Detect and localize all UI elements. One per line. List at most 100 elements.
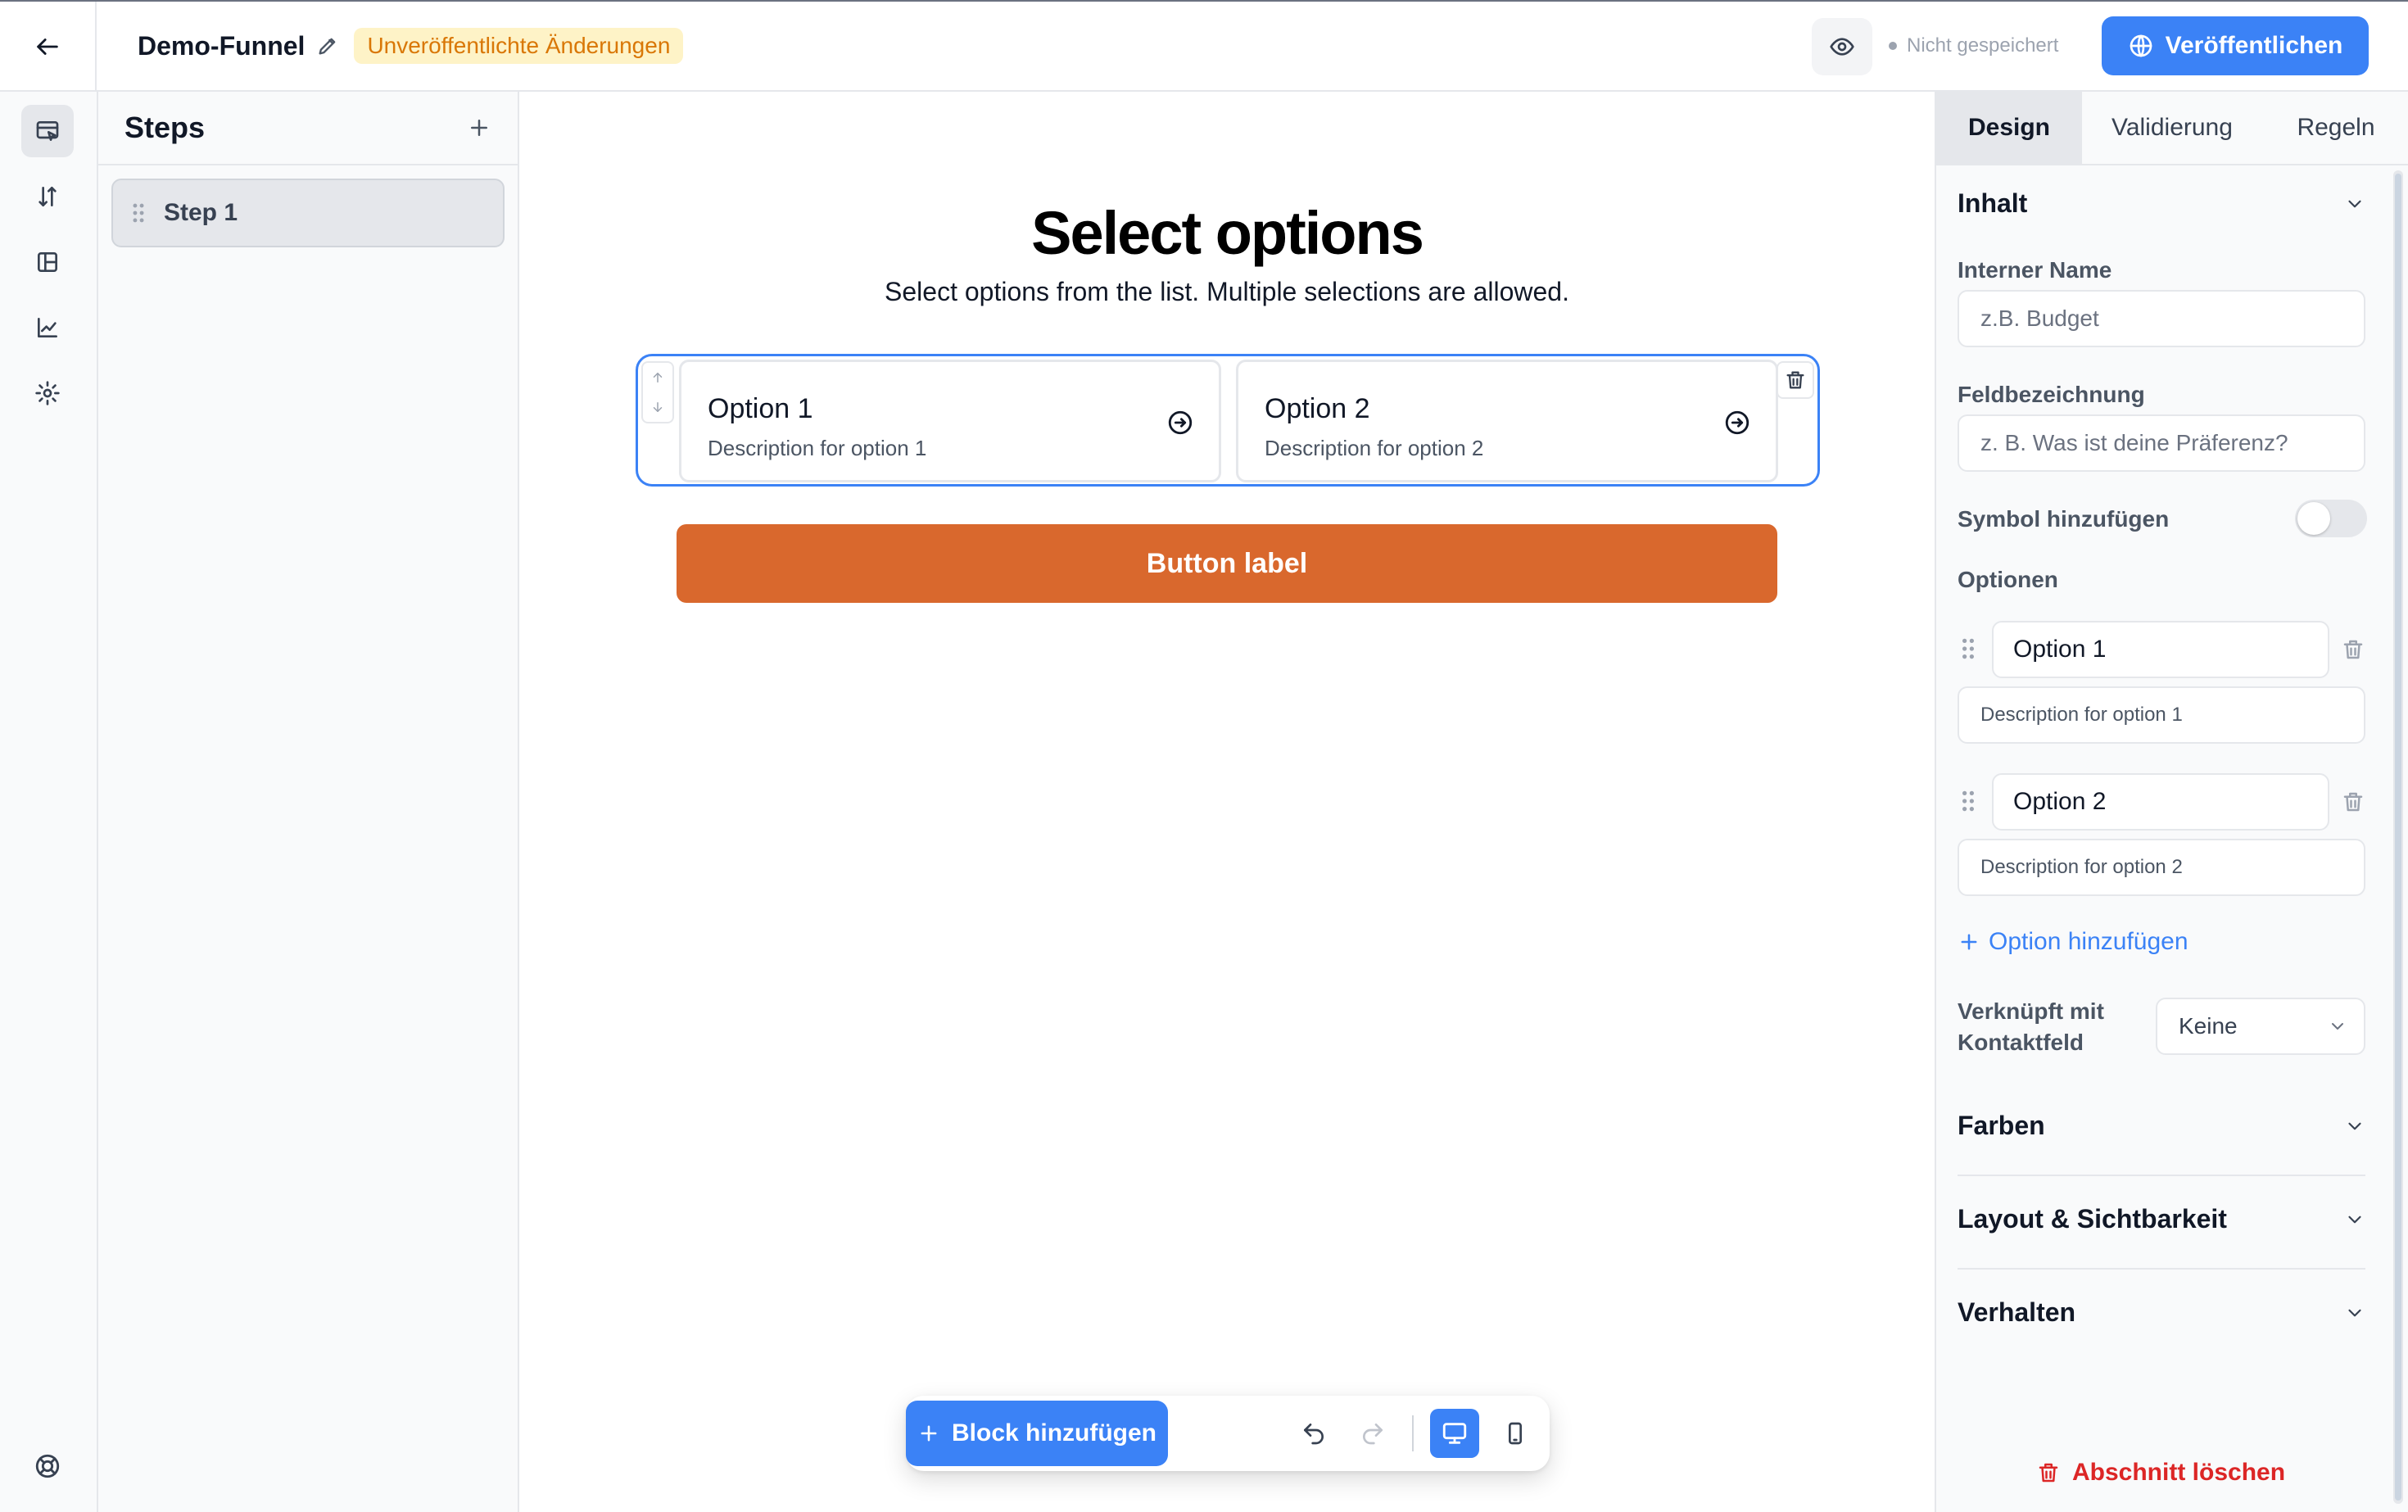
funnel-title-group: Demo-Funnel Unveröffentlichte Änderungen bbox=[138, 25, 684, 67]
section-layout-title[interactable]: Layout & Sichtbarkeit bbox=[1958, 1204, 2227, 1234]
trash-icon[interactable] bbox=[2341, 790, 2365, 814]
options-label: Optionen bbox=[1958, 567, 2058, 592]
plus-icon[interactable] bbox=[467, 115, 491, 140]
desktop-icon bbox=[1442, 1423, 1467, 1444]
arrow-up-icon[interactable] bbox=[650, 370, 665, 385]
section-divider bbox=[1958, 1268, 2365, 1270]
section-content-title[interactable]: Inhalt bbox=[1958, 188, 2027, 219]
delete-section-button[interactable]: Abschnitt löschen bbox=[2036, 1455, 2285, 1491]
preview-button[interactable] bbox=[1812, 18, 1872, 75]
add-block-button[interactable]: Block hinzufügen bbox=[906, 1401, 1168, 1466]
publish-button[interactable]: Veröffentlichen bbox=[2102, 16, 2369, 75]
editor-icon bbox=[36, 121, 59, 141]
drag-handle-icon[interactable] bbox=[131, 202, 146, 224]
chevron-down-icon[interactable] bbox=[2344, 193, 2365, 215]
redo-icon bbox=[1363, 1424, 1383, 1445]
linked-contact-label: Verknüpft mit Kontaktfeld bbox=[1958, 998, 2104, 1055]
linked-contact-select[interactable]: Keine bbox=[2156, 998, 2365, 1055]
arrow-right-circle-icon bbox=[1725, 410, 1749, 435]
block-subheading[interactable]: Select options from the list. Multiple s… bbox=[519, 277, 1935, 307]
cta-button[interactable]: Button label bbox=[677, 524, 1777, 603]
properties-panel: Design Validierung Regeln Inhalt Interne… bbox=[1935, 92, 2408, 1512]
back-button[interactable] bbox=[0, 2, 97, 92]
internal-name-label: Interner Name bbox=[1958, 257, 2112, 283]
eye-icon bbox=[1830, 38, 1854, 56]
analytics-icon bbox=[38, 318, 57, 337]
rail-item-analytics[interactable] bbox=[21, 301, 74, 354]
chevron-down-icon[interactable] bbox=[2344, 1302, 2365, 1324]
mobile-icon bbox=[1509, 1422, 1522, 1445]
section-behavior-title[interactable]: Verhalten bbox=[1958, 1297, 2075, 1328]
field-label-label: Feldbezeichnung bbox=[1958, 382, 2145, 407]
globe-icon bbox=[2130, 34, 2152, 57]
undo-icon bbox=[1304, 1424, 1324, 1445]
trash-icon bbox=[2039, 1463, 2058, 1483]
sort-icon bbox=[38, 187, 57, 206]
arrow-left-icon bbox=[37, 38, 58, 55]
tab-validation[interactable]: Validierung bbox=[2082, 92, 2262, 164]
option-label-input[interactable]: Option 2 bbox=[1992, 773, 2329, 831]
drag-handle-icon[interactable] bbox=[1961, 790, 1976, 813]
steps-panel: Steps Step 1 bbox=[98, 92, 519, 1512]
save-status-text: Nicht gespeichert bbox=[1907, 34, 2059, 57]
rail-item-help[interactable] bbox=[21, 1440, 74, 1492]
top-bar: Demo-Funnel Unveröffentlichte Änderungen… bbox=[0, 0, 2408, 92]
pencil-icon[interactable] bbox=[316, 34, 339, 57]
mobile-view-button[interactable] bbox=[1491, 1409, 1540, 1458]
steps-title: Steps bbox=[124, 111, 206, 144]
section-colors-title[interactable]: Farben bbox=[1958, 1111, 2045, 1141]
delete-section-label: Abschnitt löschen bbox=[2072, 1459, 2286, 1486]
scrollbar-thumb[interactable] bbox=[2395, 174, 2401, 1501]
option-description-input[interactable]: Description for option 2 bbox=[1958, 839, 2365, 896]
trash-icon[interactable] bbox=[2341, 637, 2365, 662]
option-description-input[interactable]: Description for option 1 bbox=[1958, 686, 2365, 744]
field-label-input[interactable]: z. B. Was ist deine Präferenz? bbox=[1958, 414, 2365, 472]
status-dot bbox=[1889, 42, 1897, 50]
rail-item-layout[interactable] bbox=[21, 236, 74, 288]
option-card-2[interactable]: Option 2 Description for option 2 bbox=[1236, 360, 1778, 482]
drag-handle-icon[interactable] bbox=[1961, 637, 1976, 660]
help-icon bbox=[35, 1454, 60, 1478]
add-option-label: Option hinzufügen bbox=[1989, 928, 2188, 955]
steps-header: Steps bbox=[98, 92, 518, 165]
add-option-button[interactable]: Option hinzufügen bbox=[1958, 926, 2188, 958]
plus-icon bbox=[1961, 934, 1977, 950]
chevron-down-icon[interactable] bbox=[2344, 1209, 2365, 1230]
chevron-down-icon bbox=[2332, 1023, 2343, 1030]
step-item[interactable]: Step 1 bbox=[111, 179, 505, 247]
funnel-title[interactable]: Demo-Funnel bbox=[138, 31, 305, 61]
settings-icon bbox=[35, 381, 60, 405]
properties-tabs: Design Validierung Regeln bbox=[1936, 92, 2408, 165]
option-description: Description for option 2 bbox=[1265, 436, 1484, 460]
option-description: Description for option 1 bbox=[708, 436, 927, 460]
add-block-label: Block hinzufügen bbox=[952, 1419, 1156, 1446]
internal-name-input[interactable]: z.B. Budget bbox=[1958, 290, 2365, 347]
layout-icon bbox=[38, 252, 57, 272]
publish-label: Veröffentlichen bbox=[2165, 32, 2343, 59]
add-symbol-label: Symbol hinzufügen bbox=[1958, 506, 2170, 532]
delete-block-button[interactable] bbox=[1777, 361, 1814, 399]
trash-icon bbox=[1786, 371, 1804, 389]
chevron-down-icon[interactable] bbox=[2344, 1116, 2365, 1137]
tab-rules[interactable]: Regeln bbox=[2262, 92, 2408, 164]
rail-item-editor[interactable] bbox=[21, 105, 74, 157]
arrow-down-icon[interactable] bbox=[650, 400, 665, 414]
rail-item-settings[interactable] bbox=[21, 367, 74, 419]
desktop-view-button[interactable] bbox=[1430, 1409, 1479, 1458]
undo-button[interactable] bbox=[1289, 1409, 1338, 1458]
arrow-right-circle-icon bbox=[1168, 410, 1193, 435]
add-symbol-toggle[interactable] bbox=[2295, 500, 2367, 537]
block-heading[interactable]: Select options bbox=[519, 198, 1935, 268]
plus-icon bbox=[921, 1425, 937, 1442]
option-card-1[interactable]: Option 1 Description for option 1 bbox=[679, 360, 1221, 482]
option-label-input[interactable]: Option 1 bbox=[1992, 621, 2329, 678]
redo-button[interactable] bbox=[1348, 1409, 1397, 1458]
step-label: Step 1 bbox=[164, 199, 238, 226]
toolbar-divider bbox=[1412, 1415, 1414, 1451]
linked-contact-value: Keine bbox=[2179, 1013, 2238, 1039]
save-status: Nicht gespeichert bbox=[1889, 31, 2058, 61]
rail-item-sort[interactable] bbox=[21, 170, 74, 223]
tab-design[interactable]: Design bbox=[1936, 92, 2082, 164]
toggle-knob bbox=[2297, 502, 2330, 535]
options-block[interactable]: Option 1 Description for option 1 Option… bbox=[636, 354, 1820, 487]
